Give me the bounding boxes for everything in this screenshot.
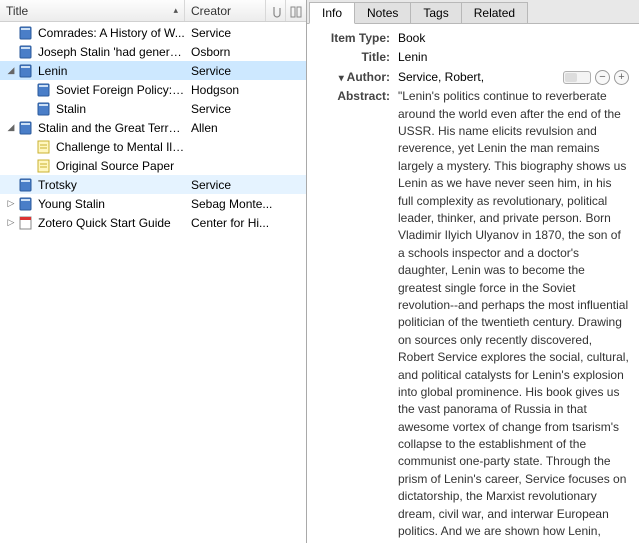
item-detail-pane: InfoNotesTagsRelated Item Type: Book Tit…	[307, 0, 639, 543]
note-icon	[36, 158, 52, 174]
tab-info[interactable]: Info	[309, 2, 355, 24]
tree-item-creator: Sebag Monte...	[185, 197, 306, 211]
tree-item-creator: Service	[185, 178, 306, 192]
book-icon	[18, 44, 34, 60]
column-picker-button[interactable]	[286, 0, 306, 21]
tree-item-title: Comrades: A History of W...	[38, 26, 185, 40]
tree-item-creator: Center for Hi...	[185, 216, 306, 230]
column-headers: Title ▴ Creator	[0, 0, 306, 22]
tree-item-title: Stalin and the Great Terror...	[38, 121, 185, 135]
field-label-title: Title:	[313, 49, 398, 66]
book-icon	[36, 101, 52, 117]
field-title: Title: Lenin	[313, 49, 629, 66]
book-icon	[18, 63, 34, 79]
columns-icon	[289, 4, 303, 18]
field-abstract: Abstract: "Lenin's politics continue to …	[313, 88, 629, 543]
tree-item-title: Stalin	[56, 102, 86, 116]
book-icon	[36, 82, 52, 98]
tree-item[interactable]: Original Source Paper	[0, 156, 306, 175]
author-type-dropdown-icon	[339, 70, 344, 84]
author-name-mode-toggle[interactable]	[563, 71, 591, 84]
tree-item-creator: Allen	[185, 121, 306, 135]
tab-tags[interactable]: Tags	[410, 2, 461, 23]
twisty-icon[interactable]: ◢	[4, 122, 18, 133]
tree-item-title: Challenge to Mental Illn...	[56, 140, 185, 154]
column-header-title-label: Title	[6, 4, 28, 18]
column-header-creator-label: Creator	[191, 4, 231, 18]
detail-fields: Item Type: Book Title: Lenin Author: Ser…	[307, 24, 639, 543]
field-value-author[interactable]: Service, Robert,	[398, 69, 484, 86]
tree-item-creator: Service	[185, 64, 306, 78]
tree-item-title: Trotsky	[38, 178, 77, 192]
sort-ascending-icon: ▴	[173, 5, 178, 16]
field-item-type: Item Type: Book	[313, 30, 629, 47]
book-icon	[18, 120, 34, 136]
twisty-icon[interactable]: ◢	[4, 65, 18, 76]
tree-item[interactable]: Soviet Foreign Policy: Men...Hodgson	[0, 80, 306, 99]
field-value-item-type[interactable]: Book	[398, 30, 629, 47]
column-header-attachment[interactable]	[266, 0, 286, 21]
field-label-item-type: Item Type:	[313, 30, 398, 47]
field-label-author[interactable]: Author:	[313, 69, 398, 87]
tree-item[interactable]: Stalin Service	[0, 99, 306, 118]
tree-item-creator: Service	[185, 26, 306, 40]
field-value-title[interactable]: Lenin	[398, 49, 629, 66]
guide-icon	[18, 215, 34, 231]
tree-item-title: Young Stalin	[38, 197, 105, 211]
field-label-abstract: Abstract:	[313, 88, 398, 543]
items-tree[interactable]: Comrades: A History of W...ServiceJoseph…	[0, 22, 306, 543]
tree-item-title: Zotero Quick Start Guide	[38, 216, 171, 230]
tree-item-title: Soviet Foreign Policy: Men...	[56, 83, 185, 97]
book-icon	[18, 177, 34, 193]
paperclip-icon	[269, 4, 283, 18]
tree-item[interactable]: Challenge to Mental Illn...	[0, 137, 306, 156]
field-value-abstract[interactable]: "Lenin's politics continue to reverberat…	[398, 88, 629, 543]
tree-item-title: Original Source Paper	[56, 159, 174, 173]
tree-item[interactable]: ◢ Stalin and the Great Terror...Allen	[0, 118, 306, 137]
add-author-button[interactable]: +	[614, 70, 629, 85]
tree-item-title: Joseph Stalin 'had generati...	[38, 45, 185, 59]
twisty-icon[interactable]: ▷	[4, 198, 18, 209]
tree-item-creator: Osborn	[185, 45, 306, 59]
tree-item[interactable]: Comrades: A History of W...Service	[0, 23, 306, 42]
tree-item[interactable]: ▷ Young Stalin Sebag Monte...	[0, 194, 306, 213]
tree-item[interactable]: ▷ Zotero Quick Start Guide Center for Hi..…	[0, 213, 306, 232]
twisty-icon[interactable]: ▷	[4, 217, 18, 228]
tree-item-creator: Hodgson	[185, 83, 306, 97]
column-header-title[interactable]: Title ▴	[0, 0, 185, 21]
column-header-creator[interactable]: Creator	[185, 0, 266, 21]
book-icon	[18, 25, 34, 41]
tree-item-creator: Service	[185, 102, 306, 116]
field-author: Author: Service, Robert, − +	[313, 69, 629, 87]
items-list-pane: Title ▴ Creator Comrades: A History of W…	[0, 0, 307, 543]
tab-related[interactable]: Related	[461, 2, 528, 23]
tab-notes[interactable]: Notes	[354, 2, 411, 23]
tree-item-title: Lenin	[38, 64, 67, 78]
note-icon	[36, 139, 52, 155]
tree-item[interactable]: ◢ Lenin Service	[0, 61, 306, 80]
detail-tabs: InfoNotesTagsRelated	[307, 0, 639, 24]
tree-item[interactable]: Trotsky Service	[0, 175, 306, 194]
remove-author-button[interactable]: −	[595, 70, 610, 85]
book-icon	[18, 196, 34, 212]
tree-item[interactable]: Joseph Stalin 'had generati...Osborn	[0, 42, 306, 61]
